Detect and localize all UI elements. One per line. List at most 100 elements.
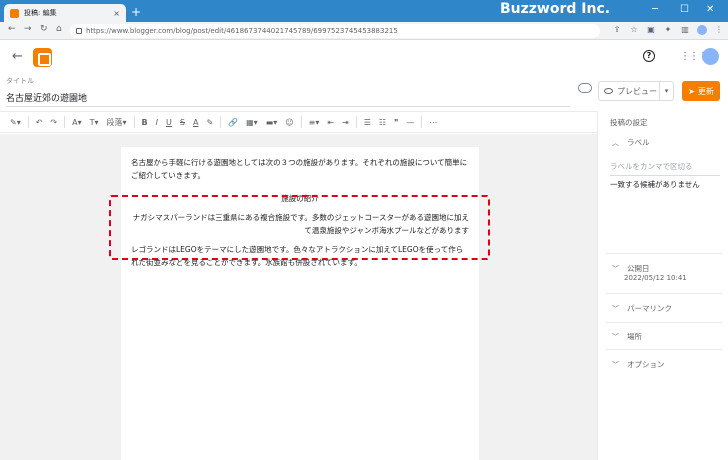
chevron-down-icon: ﹀: [612, 360, 619, 369]
title-input[interactable]: 名古屋近郊の遊園地: [6, 91, 570, 107]
help-icon[interactable]: ?: [643, 50, 655, 62]
title-label: タイトル: [6, 77, 34, 85]
new-tab-button[interactable]: +: [131, 5, 141, 19]
puzzle-icon[interactable]: ✦: [663, 25, 673, 35]
paragraph-intro[interactable]: 名古屋から手軽に行ける遊園地としては次の３つの施設があります。それぞれの施設につ…: [131, 156, 469, 182]
update-label: 更新: [697, 86, 714, 96]
bold-icon[interactable]: B: [138, 118, 152, 127]
back-icon[interactable]: ←: [12, 49, 23, 64]
text-color-icon[interactable]: A: [189, 118, 202, 127]
sidebar-divider: [606, 293, 722, 294]
indent-icon[interactable]: ⇥: [338, 118, 353, 127]
video-icon[interactable]: ▬▾: [262, 118, 282, 127]
italic-icon[interactable]: I: [152, 118, 162, 127]
cloud-off-icon: [578, 83, 592, 93]
close-window-icon[interactable]: ✕: [706, 4, 714, 15]
toolbar-divider: [133, 116, 135, 128]
numbered-list-icon[interactable]: ☷: [375, 118, 390, 127]
editor-toolbar: ✎▾ ↶ ↷ A▾ T▾ 段落▾ B I U S A ✎ 🔗 ▦▾ ▬▾ ☺ ≡…: [0, 111, 597, 133]
highlight-annotation: [109, 195, 490, 260]
lock-icon: [76, 28, 82, 34]
back-arrow-icon[interactable]: ←: [8, 24, 16, 34]
font-size-icon[interactable]: T▾: [86, 118, 103, 127]
blogger-appbar: ← ? ⋮⋮⋮: [0, 41, 728, 73]
bulleted-list-icon[interactable]: ☰: [360, 118, 375, 127]
sidebar-icon[interactable]: ▥: [680, 25, 690, 35]
update-button[interactable]: ➤ 更新: [682, 81, 720, 101]
preview-button[interactable]: プレビュー ▾: [598, 81, 674, 101]
avatar[interactable]: [702, 48, 719, 65]
preview-label: プレビュー: [617, 86, 657, 96]
watermark-brand: Buzzword Inc.: [500, 1, 611, 17]
options-section-toggle[interactable]: ﹀ オプション: [612, 359, 665, 370]
url-text: https://www.blogger.com/blog/post/edit/4…: [86, 27, 398, 35]
browser-titlebar: 投稿: 編集 × + Buzzword Inc. ─ ☐ ✕: [0, 0, 728, 22]
permalink-heading: パーマリンク: [627, 304, 672, 313]
toolbar-divider: [355, 116, 357, 128]
sidebar-divider: [606, 253, 722, 254]
address-bar-row: ← → ↻ ⌂ https://www.blogger.com/blog/pos…: [0, 22, 728, 40]
align-icon[interactable]: ≡▾: [305, 118, 324, 127]
chevron-up-icon: ︿: [612, 138, 619, 147]
chevron-down-icon: ﹀: [612, 304, 619, 313]
url-field[interactable]: https://www.blogger.com/blog/post/edit/4…: [70, 24, 600, 38]
options-heading: オプション: [627, 360, 665, 369]
menu-icon[interactable]: ⋮: [714, 25, 724, 35]
outdent-icon[interactable]: ⇤: [323, 118, 338, 127]
post-title-area: タイトル 名古屋近郊の遊園地 プレビュー ▾ ➤ 更新: [0, 73, 728, 109]
browser-tab[interactable]: 投稿: 編集 ×: [4, 4, 126, 22]
more-icon[interactable]: ⋯: [425, 118, 441, 127]
no-match-text: 一致する候補がありません: [610, 180, 700, 189]
pen-mode-icon[interactable]: ✎▾: [6, 118, 25, 127]
labels-heading: ラベル: [627, 138, 650, 147]
home-icon[interactable]: ⌂: [56, 24, 62, 34]
image-icon[interactable]: ▦▾: [242, 118, 262, 127]
redo-icon[interactable]: ↷: [46, 118, 61, 127]
send-icon: ➤: [688, 86, 695, 96]
highlight-icon[interactable]: ✎: [202, 118, 217, 127]
sidebar-divider: [606, 349, 722, 350]
blogger-logo-icon[interactable]: [33, 48, 52, 67]
settings-title: 投稿の設定: [610, 118, 648, 127]
chevron-down-icon: ﹀: [612, 332, 619, 341]
undo-icon[interactable]: ↶: [32, 118, 47, 127]
post-settings-sidebar: 投稿の設定 ︿ ラベル ラベルをカンマで区切る 一致する候補がありません ﹀ 公…: [597, 111, 728, 460]
link-icon[interactable]: 🔗: [224, 118, 242, 127]
location-section-toggle[interactable]: ﹀ 場所: [612, 331, 642, 342]
chevron-down-icon: ﹀: [612, 264, 619, 273]
emoji-icon[interactable]: ☺: [281, 118, 297, 127]
horizontal-rule-icon[interactable]: —: [402, 118, 418, 127]
toolbar-divider: [27, 116, 29, 128]
toolbar-divider: [300, 116, 302, 128]
paragraph-style-select[interactable]: 段落▾: [103, 117, 131, 128]
extension-icon[interactable]: ▣: [646, 25, 656, 35]
labels-input[interactable]: ラベルをカンマで区切る: [610, 161, 720, 176]
sidebar-divider: [606, 322, 722, 323]
strikethrough-icon[interactable]: S: [176, 118, 189, 127]
location-heading: 場所: [627, 332, 642, 341]
editor-canvas: 名古屋から手軽に行ける遊園地としては次の３つの施設があります。それぞれの施設につ…: [0, 134, 597, 460]
forward-arrow-icon[interactable]: →: [24, 24, 32, 34]
publish-date-heading: 公開日: [627, 264, 650, 273]
toolbar-divider: [64, 116, 66, 128]
tab-close-icon[interactable]: ×: [113, 9, 120, 18]
profile-icon[interactable]: [697, 25, 707, 35]
permalink-section-toggle[interactable]: ﹀ パーマリンク: [612, 303, 672, 314]
toolbar-divider: [421, 116, 423, 128]
font-family-icon[interactable]: A▾: [68, 118, 86, 127]
blogger-favicon-icon: [10, 8, 19, 18]
publish-date-section-toggle[interactable]: ﹀ 公開日: [612, 263, 650, 274]
toolbar-divider: [220, 116, 222, 128]
minimize-icon[interactable]: ─: [652, 4, 658, 15]
share-icon[interactable]: ⇪: [612, 25, 622, 35]
labels-section-toggle[interactable]: ︿ ラベル: [612, 137, 650, 148]
publish-date-value: 2022/05/12 10:41: [624, 274, 687, 282]
maximize-icon[interactable]: ☐: [680, 4, 689, 15]
underline-icon[interactable]: U: [162, 118, 176, 127]
editor-page[interactable]: 名古屋から手軽に行ける遊園地としては次の３つの施設があります。それぞれの施設につ…: [121, 147, 479, 460]
reload-icon[interactable]: ↻: [40, 24, 48, 34]
eye-icon: [604, 88, 613, 94]
quote-icon[interactable]: ❞: [390, 118, 402, 127]
preview-dropdown-icon[interactable]: ▾: [659, 82, 673, 100]
bookmark-star-icon[interactable]: ☆: [629, 25, 639, 35]
